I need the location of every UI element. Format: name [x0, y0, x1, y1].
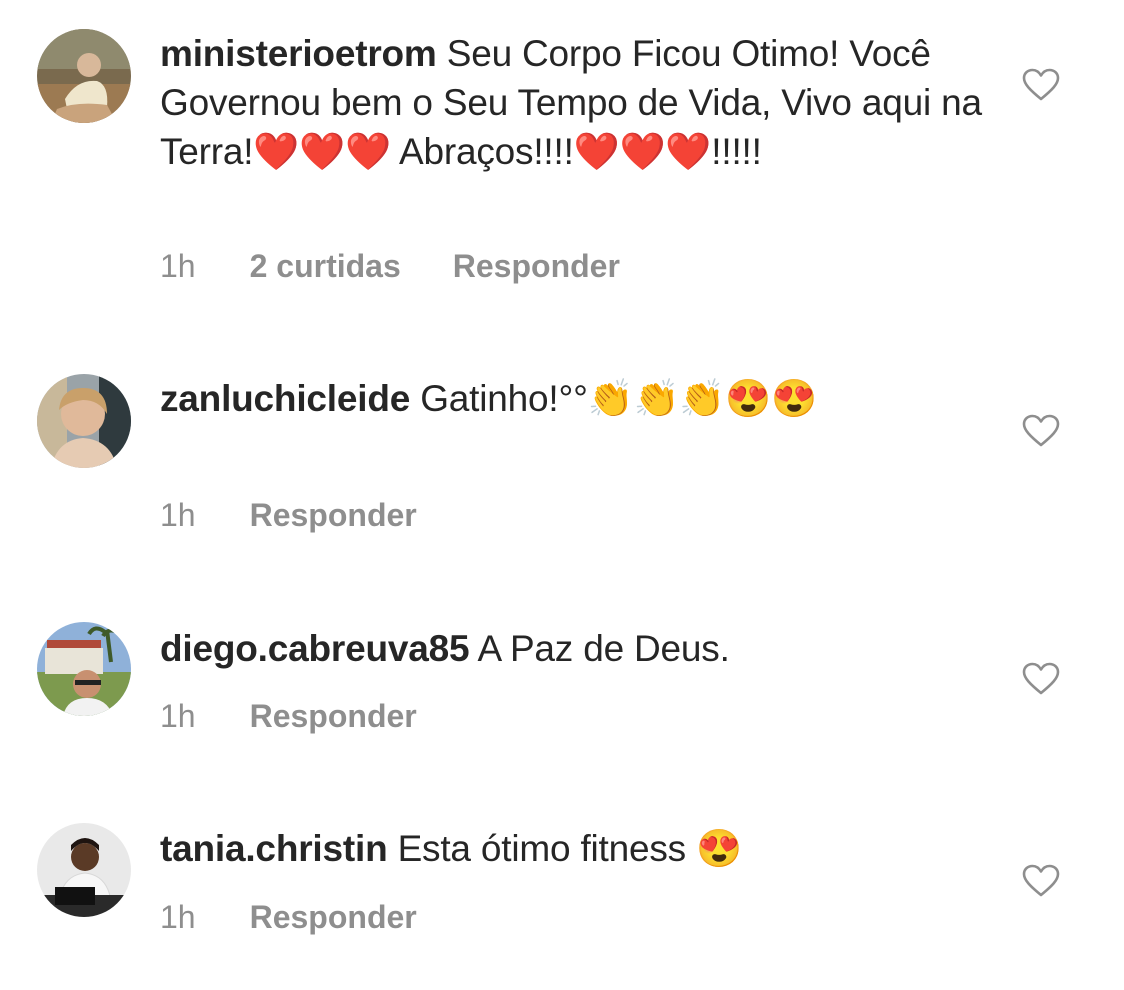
comment-meta: 1h Responder [160, 899, 417, 936]
comment-likes-count[interactable]: 2 curtidas [250, 248, 401, 285]
like-button[interactable] [1022, 662, 1060, 696]
like-button[interactable] [1022, 414, 1060, 448]
avatar[interactable] [37, 374, 131, 468]
avatar[interactable] [37, 622, 131, 716]
comment-time: 1h [160, 248, 196, 284]
comment-username[interactable]: ministerioetrom [160, 33, 437, 74]
heart-outline-icon [1022, 864, 1060, 897]
comment-username[interactable]: diego.cabreuva85 [160, 628, 470, 669]
comment-meta: 1h Responder [160, 497, 417, 534]
comment-text: diego.cabreuva85 A Paz de Deus. [160, 624, 1000, 673]
user-avatar-photo-icon [37, 29, 131, 123]
comment-username[interactable]: zanluchicleide [160, 378, 410, 419]
comment-text: ministerioetrom Seu Corpo Ficou Otimo! V… [160, 29, 1000, 176]
heart-outline-icon [1022, 414, 1060, 447]
comment-meta: 1h Responder [160, 698, 417, 735]
reply-button[interactable]: Responder [453, 248, 620, 285]
comment-meta: 1h 2 curtidas Responder [160, 248, 620, 285]
avatar[interactable] [37, 29, 131, 123]
comment-body: Esta ótimo fitness 😍 [397, 828, 743, 869]
heart-outline-icon [1022, 662, 1060, 695]
heart-outline-icon [1022, 68, 1060, 101]
user-avatar-photo-icon [37, 374, 131, 468]
reply-button[interactable]: Responder [250, 497, 417, 534]
user-avatar-photo-icon [37, 823, 131, 917]
comment-time: 1h [160, 698, 196, 734]
comment-time: 1h [160, 497, 196, 533]
comment-time: 1h [160, 899, 196, 935]
comment-body: Gatinho!°°👏👏👏😍😍 [420, 378, 818, 419]
user-avatar-photo-icon [37, 622, 131, 716]
comment-text: tania.christin Esta ótimo fitness 😍 [160, 824, 1000, 873]
comment-username[interactable]: tania.christin [160, 828, 388, 869]
comment-body: A Paz de Deus. [477, 628, 730, 669]
like-button[interactable] [1022, 864, 1060, 898]
reply-button[interactable]: Responder [250, 899, 417, 936]
avatar[interactable] [37, 823, 131, 917]
reply-button[interactable]: Responder [250, 698, 417, 735]
like-button[interactable] [1022, 68, 1060, 102]
comment-text: zanluchicleide Gatinho!°°👏👏👏😍😍 [160, 374, 1000, 423]
